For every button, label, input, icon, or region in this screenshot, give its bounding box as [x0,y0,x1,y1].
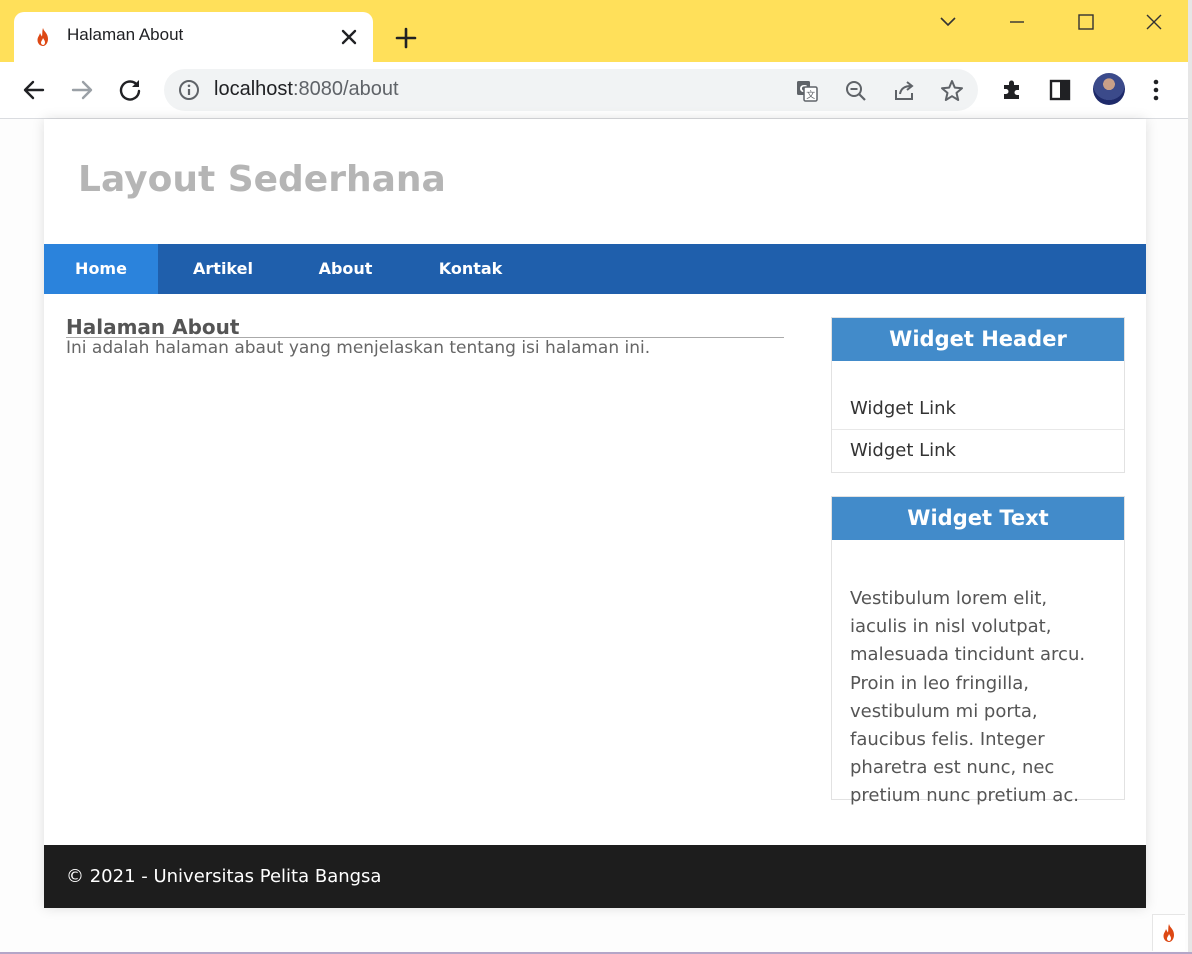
minimize-icon[interactable] [1003,8,1031,36]
widget-link[interactable]: Widget Link [832,388,1124,429]
svg-text:文: 文 [806,89,815,101]
side-panel-icon[interactable] [1046,76,1074,104]
flame-icon [37,28,48,46]
widget-header: Widget Header [832,318,1124,361]
address-bar[interactable]: localhost:8080/about G 文 [164,69,978,111]
widget-link[interactable]: Widget Link [832,429,1124,470]
tab-title: Halaman About [67,25,184,44]
browser-tab[interactable]: Halaman About [14,12,373,64]
browser-toolbar: localhost:8080/about G 文 [0,62,1192,119]
main-nav: Home Artikel About Kontak [44,244,1146,294]
share-icon[interactable] [891,78,917,104]
menu-icon[interactable] [1142,76,1170,104]
back-icon[interactable] [20,76,48,104]
nav-item-artikel[interactable]: Artikel [158,244,288,294]
page-container: Layout Sederhana Home Artikel About Kont… [44,119,1146,908]
close-icon[interactable] [336,24,362,50]
star-icon[interactable] [939,78,965,104]
info-icon[interactable] [178,79,200,101]
widget-links: Widget Header Widget Link Widget Link [831,317,1125,473]
reload-icon[interactable] [116,76,144,104]
translate-icon[interactable]: G 文 [794,78,820,104]
title-bar: Halaman About [0,0,1192,64]
widget-text-header: Widget Text [832,497,1124,540]
plus-icon[interactable] [392,24,420,52]
page-body-text: Ini adalah halaman abaut yang menjelaska… [66,338,651,358]
nav-item-home[interactable]: Home [44,244,158,294]
page-heading: Halaman About [66,316,784,338]
widget-text-body: Vestibulum lorem elit, iaculis in nisl v… [850,588,1086,807]
debug-toolbar-toggle[interactable] [1152,914,1185,951]
window-border [1188,0,1192,954]
close-window-icon[interactable] [1140,8,1168,36]
extensions-icon[interactable] [998,76,1026,104]
nav-item-kontak[interactable]: Kontak [403,244,538,294]
site-title: Layout Sederhana [78,159,446,200]
nav-item-about[interactable]: About [288,244,403,294]
avatar[interactable] [1093,73,1125,105]
url-text[interactable]: localhost:8080/about [214,78,399,101]
flame-icon [1163,924,1174,942]
zoom-out-icon[interactable] [843,78,869,104]
chevron-down-icon[interactable] [934,8,962,36]
maximize-icon[interactable] [1072,8,1100,36]
footer: © 2021 - Universitas Pelita Bangsa [44,845,1146,908]
forward-icon[interactable] [68,76,96,104]
widget-text: Widget Text Vestibulum lorem elit, iacul… [831,496,1125,806]
